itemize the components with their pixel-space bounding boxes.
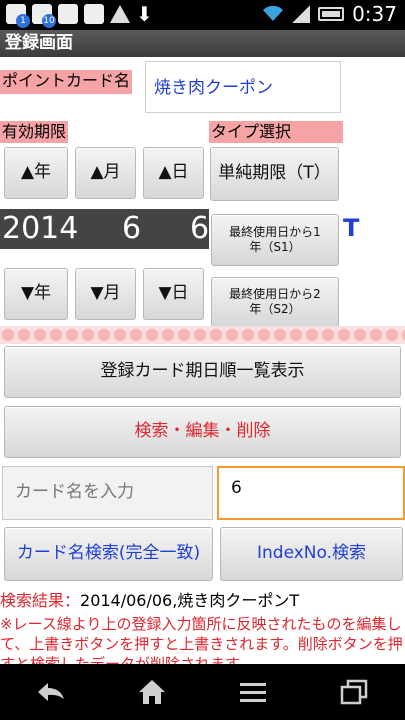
year-up-button[interactable]: ▲年 [4, 147, 68, 199]
warning-icon [110, 5, 130, 23]
card-list-button[interactable]: 登録カード期日順一覧表示 [4, 346, 401, 398]
image-notification-icon [84, 4, 104, 24]
day-down-button[interactable]: ▼日 [143, 268, 204, 320]
menu-icon[interactable] [233, 672, 273, 712]
wifi-icon [263, 6, 284, 21]
status-bar: 1 10 ⬇ 0:37 [0, 0, 405, 30]
app-notification-icon [58, 4, 78, 24]
index-no-input[interactable]: 6 [217, 466, 405, 520]
date-display: 2014 6 6 [0, 209, 209, 249]
notification-badge: 10 [42, 14, 56, 28]
index-search-button[interactable]: IndexNo.検索 [220, 527, 403, 581]
navigation-bar [0, 664, 405, 720]
day-up-button[interactable]: ▲日 [143, 147, 204, 199]
mail-notification-icon: 10 [32, 4, 56, 28]
signal-icon [292, 5, 311, 23]
download-icon: ⬇ [136, 2, 153, 26]
card-name-search-button[interactable]: カード名検索(完全一致) [4, 527, 213, 581]
type-s1-button[interactable]: 最終使用日から1年（S1） [211, 214, 339, 266]
clock: 0:37 [352, 2, 397, 26]
page-title: 登録画面 [0, 30, 405, 57]
month-value: 6 [122, 211, 142, 246]
search-result: 検索結果：2014/06/06,焼き肉クーポンT [0, 590, 405, 612]
month-up-button[interactable]: ▲月 [75, 147, 136, 199]
type-s2-button[interactable]: 最終使用日から2年（S2） [211, 277, 339, 327]
contact-notification-icon: 1 [6, 4, 30, 28]
valid-period-label: 有効期限 [0, 121, 69, 143]
recent-apps-icon[interactable] [334, 672, 374, 712]
point-card-label: ポイントカード名 [0, 70, 133, 94]
search-edit-delete-button[interactable]: 検索・編集・削除 [4, 406, 401, 458]
month-down-button[interactable]: ▼月 [75, 268, 136, 320]
type-simple-button[interactable]: 単純期限（T） [210, 147, 339, 201]
result-value: 2014/06/06,焼き肉クーポンT [80, 591, 300, 610]
home-icon[interactable] [132, 672, 172, 712]
card-name-input[interactable]: カード名を入力 [2, 466, 213, 520]
back-icon[interactable] [31, 672, 71, 712]
year-down-button[interactable]: ▼年 [4, 268, 68, 320]
battery-icon [318, 7, 345, 21]
day-value: 6 [190, 211, 210, 246]
lace-divider [0, 326, 405, 344]
point-card-name-field[interactable]: 焼き肉クーポン [145, 61, 341, 113]
usage-note: ※レース線より上の登録入力箇所に反映されたものを編集して、上書きボタンを押すと上… [0, 615, 403, 664]
selected-type-indicator: T [343, 214, 360, 242]
notification-badge: 1 [16, 14, 30, 28]
result-label: 検索結果： [0, 591, 81, 610]
year-value: 2014 [2, 211, 79, 246]
type-select-label: タイプ選択 [209, 121, 343, 143]
